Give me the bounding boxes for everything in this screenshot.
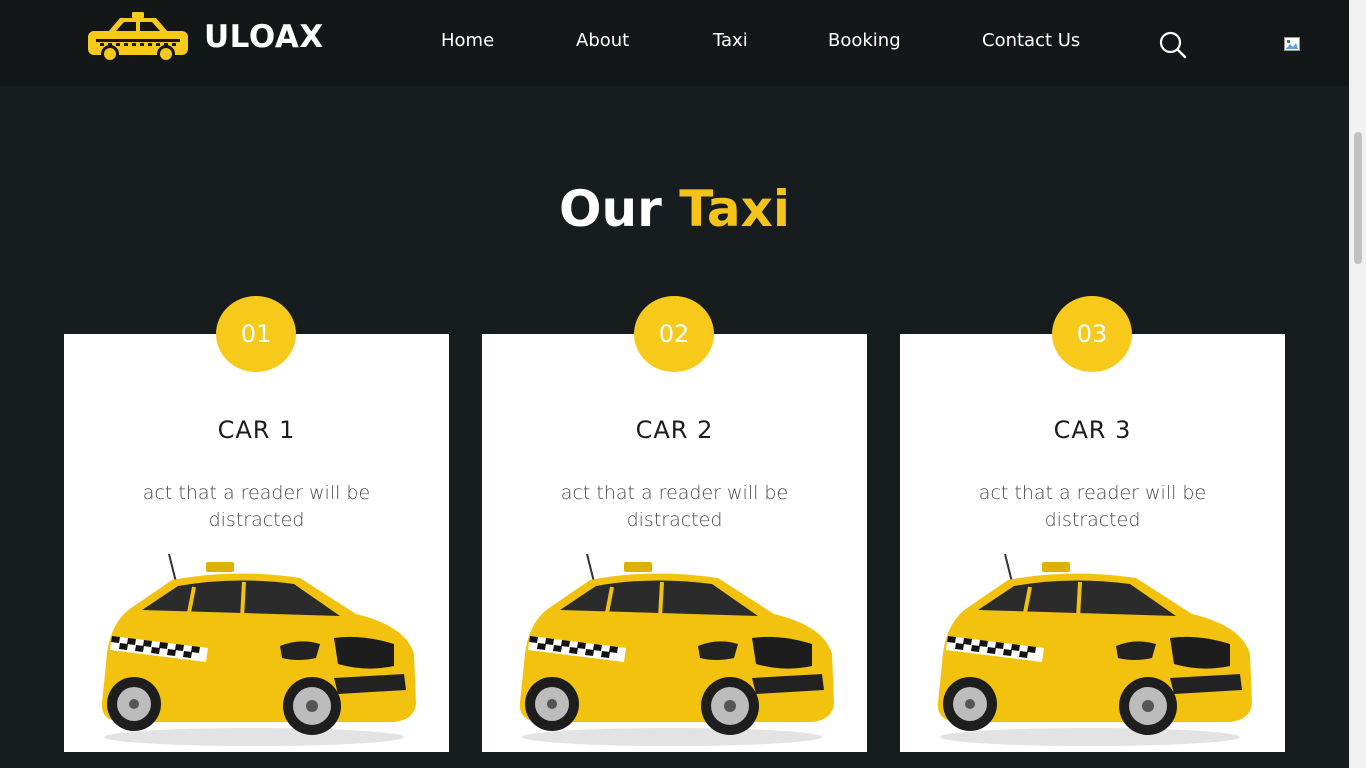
search-icon [1159,31,1187,59]
nav-item-contact-us[interactable]: Contact Us [982,30,1080,51]
nav-item-taxi[interactable]: Taxi [713,30,748,51]
nav-item-booking[interactable]: Booking [828,30,901,51]
taxi-car-image [519,554,834,746]
section-title-main: Our [559,180,662,238]
brand-name: ULOAX [204,19,324,55]
brand-logo[interactable]: ULOAX [86,10,324,64]
section-title: Our Taxi [0,180,1349,238]
card-number-badge: 01 [216,296,296,372]
nav-item-about[interactable]: About [576,30,629,51]
page-scrollbar[interactable] [1349,0,1366,768]
search-button[interactable] [1158,30,1188,60]
taxi-card-1[interactable]: CAR 1 act that a reader will be distract… [64,334,449,752]
scrollbar-thumb[interactable] [1354,132,1362,264]
broken-image-icon[interactable] [1284,37,1302,53]
nav-item-home[interactable]: Home [441,30,494,51]
section-title-highlight: Taxi [679,180,790,238]
navbar: ULOAX Home About Taxi Booking Contact Us [0,0,1349,86]
card-title: CAR 2 [635,416,714,444]
taxi-car-image [937,554,1252,746]
card-description: act that a reader will be distracted [560,482,789,531]
taxi-car-image [101,554,417,746]
card-title: CAR 3 [1053,416,1132,444]
taxi-card-3[interactable]: CAR 3 act that a reader will be distract… [900,334,1285,752]
card-number-badge: 02 [634,296,714,372]
card-title: CAR 1 [217,416,296,444]
taxi-car-icon [88,12,188,63]
card-number-badge: 03 [1052,296,1132,372]
card-description: act that a reader will be distracted [978,482,1207,531]
taxi-card-2[interactable]: CAR 2 act that a reader will be distract… [482,334,867,752]
card-description: act that a reader will be distracted [142,482,371,531]
